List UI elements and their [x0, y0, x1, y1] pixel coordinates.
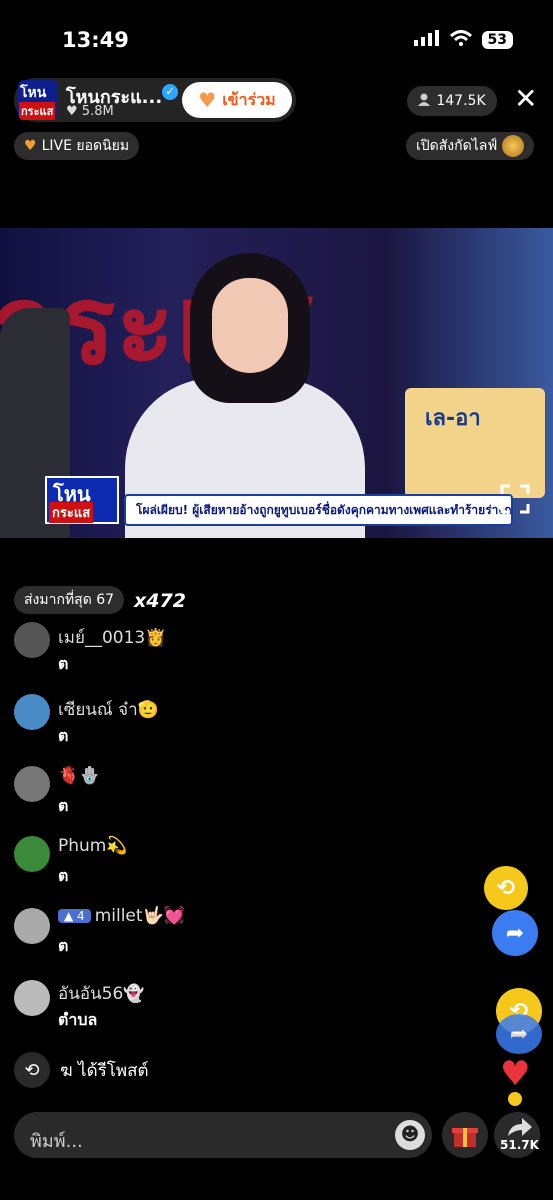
chat-username-row[interactable]: ▲ 4 millet🤟🏻💓 — [58, 906, 185, 926]
emoji-icon[interactable]: ☻ — [395, 1120, 425, 1150]
share-reaction-icon: ➦ — [496, 1014, 542, 1054]
status-time: 13:49 — [62, 28, 129, 52]
chat-text: ตำบล — [58, 1010, 98, 1029]
chat-text: ต — [58, 654, 69, 673]
avatar[interactable] — [14, 836, 50, 872]
chat-message[interactable] — [14, 622, 50, 658]
live-label: LIVE ยอดนิยม — [41, 138, 130, 154]
product-text: เล-อา — [425, 406, 481, 431]
chat-text: ต — [58, 866, 69, 885]
status-icons: 53 — [413, 30, 513, 50]
close-icon[interactable]: ✕ — [514, 84, 537, 114]
chat-message[interactable] — [14, 766, 50, 802]
share-float-icon[interactable]: ➦ — [492, 910, 538, 956]
live-video[interactable]: กระแส เล-อา โผล่เผียบ! ผู้เสียหายอ้างถูก… — [0, 228, 553, 538]
host-likes: ♥ 5.8M — [66, 104, 114, 119]
avatar[interactable] — [14, 980, 50, 1016]
repost-notice: ⟲ ฆ ได้รีโพสต์ — [14, 1052, 149, 1088]
host-avatar[interactable]: โหน กระแส — [18, 80, 58, 120]
fullscreen-icon[interactable] — [498, 482, 532, 516]
host-likes-value: 5.8M — [81, 104, 114, 119]
avatar-text-1: โหน — [20, 85, 47, 101]
top-sender-badge[interactable]: ส่งมากที่สุด 67 — [14, 586, 125, 614]
gift-multiplier: x472 — [134, 590, 186, 612]
chat-username[interactable]: millet🤟🏻💓 — [95, 906, 185, 926]
share-count: 51.7K — [500, 1138, 539, 1152]
avatar[interactable] — [14, 766, 50, 802]
person-icon — [418, 93, 431, 110]
level-badge: ▲ 4 — [58, 909, 91, 923]
avatar[interactable] — [14, 622, 50, 658]
repost-icon: ⟲ — [14, 1052, 50, 1088]
comment-placeholder[interactable]: พิมพ์... — [30, 1126, 83, 1155]
chat-text: ต — [58, 726, 69, 745]
gift-icon[interactable] — [442, 1112, 488, 1158]
broken-heart-icon: ♥ — [24, 138, 37, 154]
subscribe-label: เปิดสังกัดไลฟ์ — [416, 138, 498, 154]
avatar-text-2: กระแส — [19, 102, 56, 120]
viewer-count[interactable]: 147.5K — [407, 86, 497, 116]
chat-username[interactable]: Phum💫 — [58, 836, 128, 856]
chat-text: ต — [58, 796, 69, 815]
signal-icon — [413, 30, 440, 50]
heart-plus-icon: ♥ — [198, 88, 217, 112]
chat-username[interactable]: อันอัน56👻 — [58, 980, 144, 1007]
subscribe-live-button[interactable]: เปิดสังกัดไลฟ์ — [406, 132, 535, 160]
join-label: เข้าร่วม — [222, 89, 276, 109]
chat-message[interactable] — [14, 980, 50, 1016]
join-button[interactable]: ♥ เข้าร่วม — [182, 82, 292, 118]
heart-icon: ♥ — [66, 104, 78, 119]
repost-float-icon[interactable]: ⟲ — [484, 866, 528, 910]
emoji-reaction-icon — [508, 1092, 522, 1106]
chat-message[interactable] — [14, 836, 50, 872]
channel-logo: โหน กระแส — [45, 476, 119, 524]
news-ticker: โผล่เผียบ! ผู้เสียหายอ้างถูกยูทูบเบอร์ชื… — [124, 494, 513, 526]
avatar[interactable] — [14, 694, 50, 730]
host-figure-face — [212, 278, 288, 373]
repost-text: ฆ ได้รีโพสต์ — [60, 1060, 149, 1081]
wifi-icon — [449, 30, 472, 50]
chat-message[interactable] — [14, 694, 50, 730]
chat-message[interactable] — [14, 908, 50, 944]
chat-text: ต — [58, 936, 69, 955]
verified-icon: ✓ — [162, 84, 178, 100]
heart-reaction-icon: ♥ — [500, 1054, 531, 1094]
chat-username[interactable]: เซียนณ์ จ๋า🫡 — [58, 696, 159, 723]
chat-username[interactable]: 🫀🪬 — [58, 766, 100, 786]
logo-line-2: กระแส — [49, 502, 94, 523]
live-popular-badge[interactable]: ♥ LIVE ยอดนิยม — [14, 132, 140, 160]
chat-username[interactable]: เมย์__0013👸 — [58, 624, 166, 651]
avatar[interactable] — [14, 908, 50, 944]
viewer-count-value: 147.5K — [436, 93, 486, 109]
coin-icon — [502, 135, 525, 157]
battery-indicator: 53 — [481, 31, 513, 49]
level-value: 4 — [77, 909, 85, 923]
